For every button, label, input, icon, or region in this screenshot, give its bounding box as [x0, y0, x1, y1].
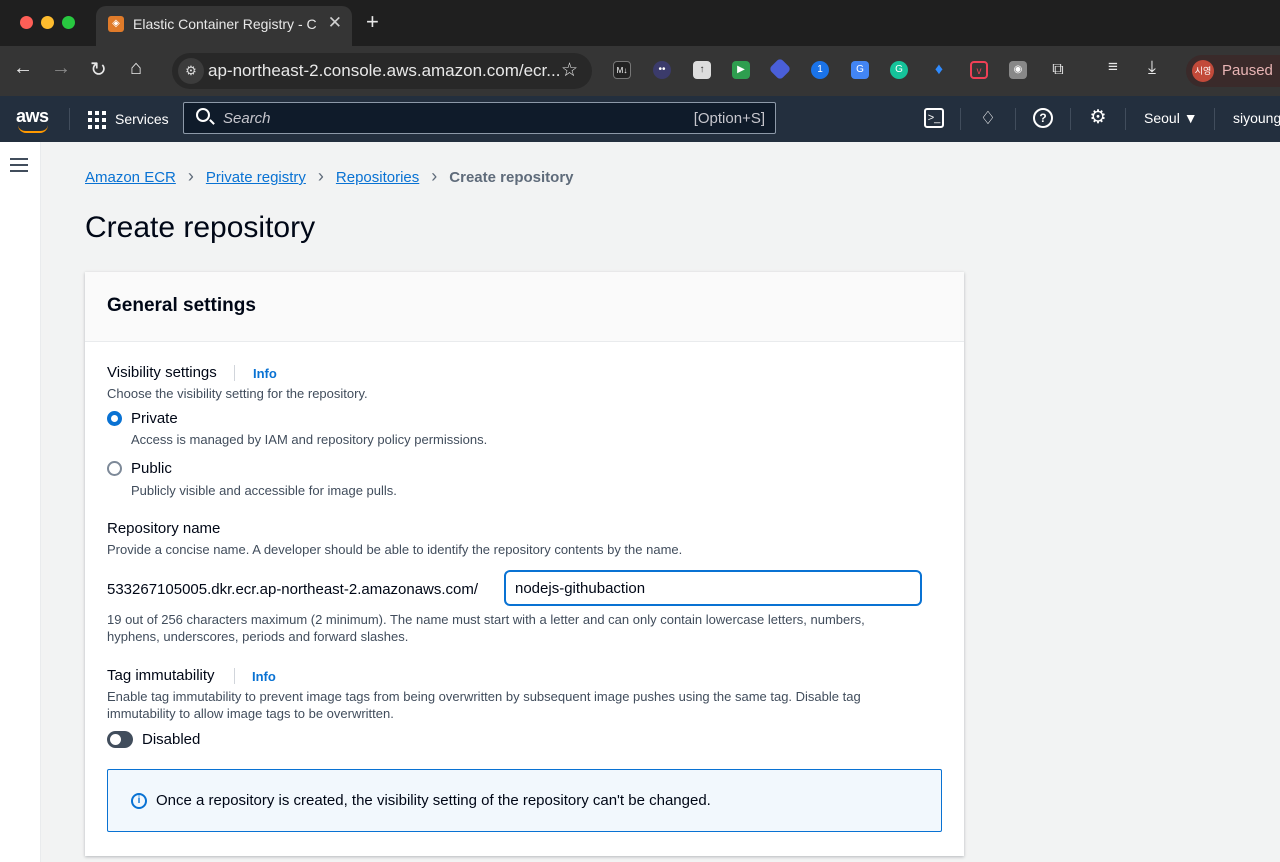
breadcrumb-repositories[interactable]: Repositories — [336, 169, 419, 186]
side-navigation-collapsed — [0, 142, 41, 862]
puzzle-icon[interactable]: ⧉ — [1049, 61, 1067, 79]
address-bar[interactable]: ⚙ ap-northeast-2.console.aws.amazon.com/… — [172, 53, 592, 89]
repository-name-hint: 19 out of 256 characters maximum (2 mini… — [107, 611, 865, 645]
divider — [234, 365, 235, 381]
settings-gear-icon[interactable]: ⚙ — [1088, 108, 1108, 128]
tag-immutability-toggle[interactable] — [107, 731, 133, 748]
general-settings-panel: General settings Visibility settings Inf… — [85, 272, 964, 856]
panel-header: General settings — [85, 272, 964, 342]
private-radio-label[interactable]: Private — [131, 410, 178, 427]
media-control-icon[interactable]: ≡ — [1108, 57, 1118, 77]
hint-line: hyphens, underscores, periods and forwar… — [107, 629, 409, 644]
markdown-icon[interactable]: M↓ — [613, 61, 631, 79]
browser-toolbar: ← → ↻ ⌂ ⚙ ap-northeast-2.console.aws.ama… — [0, 46, 1280, 96]
divider — [69, 108, 70, 130]
page-title: Create repository — [85, 211, 316, 244]
tag-immutability-info-link[interactable]: Info — [252, 669, 276, 684]
avatar: 시영 — [1192, 60, 1214, 82]
site-settings-icon[interactable]: ⚙ — [178, 58, 204, 84]
download-icon[interactable]: ⤓ — [1148, 57, 1156, 78]
hamburger-menu-icon[interactable] — [10, 158, 28, 172]
minimize-window-button[interactable] — [41, 16, 54, 29]
divider — [1015, 108, 1016, 130]
hint-line: 19 out of 256 characters maximum (2 mini… — [107, 612, 865, 627]
search-placeholder: Search — [223, 110, 271, 127]
visibility-settings-label: Visibility settings — [107, 364, 217, 381]
private-description: Access is managed by IAM and repository … — [131, 432, 488, 447]
repository-name-label: Repository name — [107, 520, 221, 537]
home-icon[interactable]: ⌂ — [130, 57, 142, 80]
grammarly-icon[interactable]: G — [890, 61, 908, 79]
alert-text: Once a repository is created, the visibi… — [156, 792, 711, 809]
search-input[interactable]: Search [Option+S] — [183, 102, 776, 134]
repository-uri-prefix: 533267105005.dkr.ecr.ap-northeast-2.amaz… — [107, 581, 479, 598]
profile-button[interactable]: 시영 Paused — [1186, 55, 1280, 87]
visibility-info-link[interactable]: Info — [253, 366, 277, 381]
tag-immutability-description: Enable tag immutability to prevent image… — [107, 688, 861, 722]
profile-status: Paused — [1222, 62, 1273, 79]
breadcrumb: Amazon ECR › Private registry › Repositories… — [85, 166, 574, 188]
services-label: Services — [115, 111, 169, 127]
divider — [960, 108, 961, 130]
pocket-icon[interactable]: v — [970, 61, 988, 79]
diamond-icon[interactable] — [768, 57, 792, 81]
browser-tab[interactable]: ◈ Elastic Container Registry - C ✕ — [96, 6, 352, 46]
search-shortcut: [Option+S] — [693, 110, 765, 127]
divider — [1214, 108, 1215, 130]
panel-title: General settings — [107, 295, 256, 316]
video-icon[interactable]: ▶ — [732, 61, 750, 79]
upload-icon[interactable]: ↑ — [693, 61, 711, 79]
ecr-icon: ◈ — [108, 16, 124, 32]
cloudshell-icon[interactable]: >_ — [924, 108, 944, 128]
repository-name-input[interactable]: nodejs-githubaction — [504, 570, 922, 606]
tag-immutability-label: Tag immutability — [107, 667, 215, 684]
breadcrumb-amazon-ecr[interactable]: Amazon ECR — [85, 169, 176, 186]
repository-name-description: Provide a concise name. A developer shou… — [107, 542, 683, 557]
password-icon[interactable]: 1 — [811, 61, 829, 79]
chevron-right-icon: › — [187, 166, 194, 186]
grid-icon — [88, 111, 106, 129]
divider — [1070, 108, 1071, 130]
new-tab-button[interactable]: + — [366, 9, 379, 35]
search-icon — [196, 108, 210, 122]
chevron-right-icon: › — [317, 166, 324, 186]
info-alert: i Once a repository is created, the visi… — [107, 769, 942, 832]
info-icon: i — [131, 793, 147, 809]
visibility-description: Choose the visibility setting for the re… — [107, 386, 368, 401]
browser-tab-bar: ◈ Elastic Container Registry - C ✕ + — [0, 0, 1280, 46]
public-radio[interactable] — [107, 461, 122, 476]
reload-icon[interactable]: ↻ — [90, 57, 107, 82]
description-line: immutability to allow image tags to be o… — [107, 706, 394, 721]
public-radio-label[interactable]: Public — [131, 460, 172, 477]
toggle-knob — [110, 734, 121, 745]
forward-icon[interactable]: → — [51, 57, 71, 80]
aws-console-header: aws Services Search [Option+S] >_ ♢ ? ⚙ … — [0, 96, 1280, 142]
chevron-right-icon: › — [431, 166, 438, 186]
region-selector[interactable]: Seoul ▼ — [1144, 110, 1198, 126]
aws-logo[interactable]: aws — [16, 106, 49, 127]
breadcrumb-current: Create repository — [449, 169, 574, 186]
private-radio[interactable] — [107, 411, 122, 426]
translate-icon[interactable]: G — [851, 61, 869, 79]
divider — [234, 668, 235, 684]
public-description: Publicly visible and accessible for imag… — [131, 483, 397, 498]
help-icon[interactable]: ? — [1033, 108, 1053, 128]
maximize-window-button[interactable] — [62, 16, 75, 29]
notifications-bell-icon[interactable]: ♢ — [978, 108, 998, 128]
ghost-icon[interactable]: •• — [653, 61, 671, 79]
close-window-button[interactable] — [20, 16, 33, 29]
camera-icon[interactable]: ◉ — [1009, 61, 1027, 79]
toggle-label: Disabled — [142, 731, 201, 748]
description-line: Enable tag immutability to prevent image… — [107, 689, 861, 704]
close-tab-icon[interactable]: ✕ — [328, 13, 342, 33]
url-text[interactable]: ap-northeast-2.console.aws.amazon.com/ec… — [208, 61, 560, 81]
gem-icon[interactable]: ♦ — [930, 61, 948, 79]
account-menu[interactable]: siyoung — [1233, 110, 1280, 126]
breadcrumb-private-registry[interactable]: Private registry — [206, 169, 306, 186]
aws-smile-icon — [18, 125, 48, 133]
tab-title: Elastic Container Registry - C — [133, 16, 317, 32]
bookmark-star-icon[interactable]: ☆ — [561, 59, 578, 82]
back-icon[interactable]: ← — [13, 57, 33, 80]
divider — [1125, 108, 1126, 130]
